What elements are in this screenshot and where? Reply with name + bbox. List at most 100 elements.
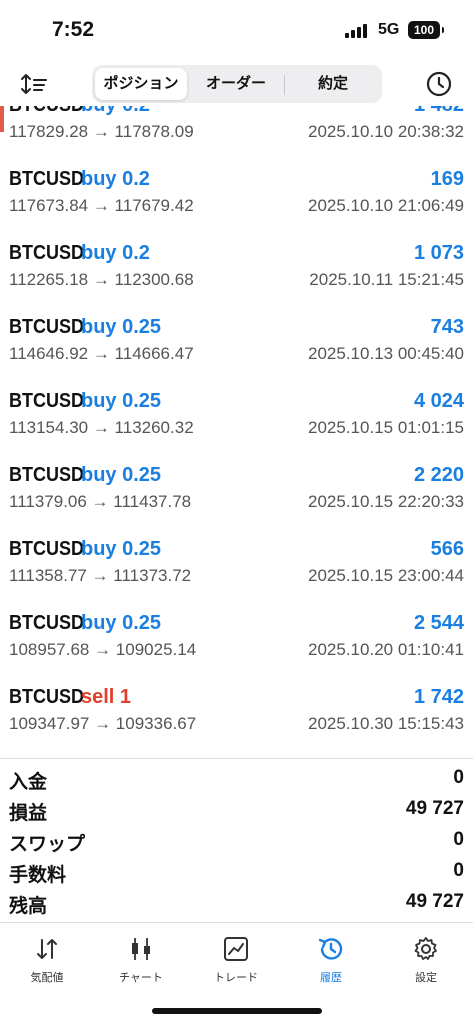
- trade-prices: 108957.68 → 109025.14: [9, 640, 197, 659]
- trade-prices: 113154.30 → 113260.32: [9, 418, 194, 437]
- network-label: 5G: [378, 21, 400, 38]
- trade-row[interactable]: BTCUSD buy 0.2 169 117673.84 → 117679.42…: [0, 156, 473, 230]
- trade-side: buy 0.25: [81, 390, 162, 412]
- trade-row[interactable]: BTCUSD buy 0.25 2 544 108957.68 → 109025…: [0, 600, 473, 674]
- status-time: 7:52: [52, 18, 95, 41]
- trade-row[interactable]: BTCUSD buy 0.25 2 220 111379.06 → 111437…: [0, 452, 473, 526]
- tab-label: 気配値: [30, 972, 64, 984]
- battery-icon: 100: [408, 21, 444, 39]
- trade-time: 2025.10.11 15:21:45: [309, 270, 464, 289]
- sort-icon[interactable]: [20, 72, 48, 96]
- summary-value: 49 727: [405, 891, 464, 912]
- trade-profit: 1 742: [413, 686, 464, 708]
- summary-label: 入金: [9, 772, 48, 793]
- summary-swap: スワップ 0: [0, 825, 473, 856]
- tab-orders[interactable]: オーダー: [190, 68, 282, 100]
- quotes-icon: [37, 939, 57, 959]
- tab-chart[interactable]: チャート: [94, 931, 188, 995]
- trade-row[interactable]: BTCUSD buy 0.25 743 114646.92 → 114666.4…: [0, 304, 473, 378]
- tab-label: チャート: [119, 972, 163, 984]
- trade-profit: 2 544: [413, 612, 464, 634]
- tab-quotes[interactable]: 気配値: [0, 931, 94, 995]
- trade-side: sell 1: [81, 686, 132, 708]
- trade-time: 2025.10.15 01:01:15: [308, 418, 464, 437]
- summary-commission: 手数料 0: [0, 856, 473, 887]
- trade-side: buy 0.25: [81, 538, 162, 560]
- trade-side: buy 0.2: [81, 106, 150, 117]
- trade-symbol: BTCUSD: [9, 464, 85, 486]
- summary-label: 手数料: [9, 865, 67, 886]
- trade-profit: 2 220: [413, 464, 464, 486]
- signal-icon: [345, 24, 371, 38]
- trade-symbol: BTCUSD: [9, 686, 85, 708]
- status-bar: 7:52 5G 100: [0, 0, 473, 62]
- trade-symbol: BTCUSD: [9, 168, 85, 190]
- segment-divider: [284, 75, 285, 95]
- trade-symbol: BTCUSD: [9, 612, 85, 634]
- trade-symbol: BTCUSD: [9, 242, 85, 264]
- summary-label: 損益: [9, 803, 48, 824]
- trade-symbol: BTCUSD: [9, 390, 85, 412]
- trade-side: buy 0.25: [81, 464, 162, 486]
- tab-trade[interactable]: トレード: [189, 931, 283, 995]
- trade-row[interactable]: BTCUSD buy 0.25 4 024 113154.30 → 113260…: [0, 378, 473, 452]
- account-summary: 入金 0 損益 49 727 スワップ 0 手数料 0 残高 49 727: [0, 758, 473, 918]
- trade-profit: 743: [430, 316, 464, 338]
- trade-row[interactable]: BTCUSD buy 0.2 1 073 112265.18 → 112300.…: [0, 230, 473, 304]
- trade-prices: 111379.06 → 111437.78: [9, 492, 192, 511]
- summary-label: スワップ: [9, 834, 86, 855]
- summary-balance: 残高 49 727: [0, 887, 473, 918]
- trade-side: buy 0.25: [81, 316, 162, 338]
- tab-label: 設定: [415, 972, 437, 984]
- trade-row[interactable]: BTCUSD buy 0.25 566 111358.77 → 111373.7…: [0, 526, 473, 600]
- summary-value: 0: [453, 767, 464, 788]
- trade-symbol: BTCUSD: [9, 106, 84, 117]
- trade-side: buy 0.2: [81, 242, 150, 264]
- tab-history[interactable]: 履歴: [284, 931, 378, 995]
- trade-side: buy 0.25: [81, 612, 162, 634]
- summary-value: 0: [453, 829, 464, 850]
- trade-profit: 4 024: [413, 390, 464, 412]
- trade-profit: 1 482: [414, 106, 464, 117]
- trade-prices: 112265.18 → 112300.68: [9, 270, 194, 289]
- summary-profit: 損益 49 727: [0, 794, 473, 825]
- tab-label: 履歴: [320, 972, 342, 984]
- trade-time: 2025.10.15 22:20:33: [308, 492, 464, 511]
- trade-time: 2025.10.13 00:45:40: [308, 344, 464, 363]
- trade-time: 2025.10.10 20:38:32: [308, 122, 464, 141]
- home-indicator: [152, 1008, 322, 1014]
- trade-time: 2025.10.30 15:15:43: [308, 714, 464, 733]
- trade-prices: 111358.77 → 111373.72: [9, 566, 192, 585]
- trade-prices: 117829.28 → 117878.09: [9, 122, 194, 141]
- history-icon: [318, 938, 343, 960]
- clock-icon[interactable]: [426, 71, 452, 97]
- trade-profit: 566: [430, 538, 464, 560]
- tab-label: トレード: [214, 972, 258, 984]
- trade-prices: 114646.92 → 114666.47: [9, 344, 194, 363]
- trade-side: buy 0.2: [81, 168, 150, 190]
- trade-profit: 169: [430, 168, 464, 190]
- trade-time: 2025.10.10 21:06:49: [308, 196, 464, 215]
- trade-row[interactable]: BTCUSD sell 1 1 742 109347.97 → 109336.6…: [0, 674, 473, 748]
- trade-row[interactable]: BTCUSD buy 0.2 1 482 117829.28 → 117878.…: [0, 106, 473, 156]
- tab-deals[interactable]: 約定: [287, 68, 379, 100]
- trade-time: 2025.10.20 01:10:41: [308, 640, 464, 659]
- trade-prices: 109347.97 → 109336.67: [9, 714, 197, 733]
- trade-time: 2025.10.15 23:00:44: [308, 566, 464, 585]
- summary-value: 0: [453, 860, 464, 881]
- tab-positions[interactable]: ポジション: [95, 68, 187, 100]
- settings-icon: [414, 937, 437, 960]
- summary-label: 残高: [9, 896, 48, 917]
- trade-profit: 1 073: [413, 242, 464, 264]
- trade-symbol: BTCUSD: [9, 538, 85, 560]
- tab-settings[interactable]: 設定: [379, 931, 473, 995]
- trade-symbol: BTCUSD: [9, 316, 85, 338]
- trade-icon: [224, 937, 248, 961]
- trade-list: BTCUSD buy 0.2 1 482 117829.28 → 117878.…: [0, 106, 473, 754]
- summary-value: 49 727: [405, 798, 464, 819]
- sell-marker: [0, 106, 4, 132]
- trade-prices: 117673.84 → 117679.42: [9, 196, 194, 215]
- segmented-control: ポジション オーダー 約定: [92, 65, 382, 103]
- summary-deposit: 入金 0: [0, 763, 473, 794]
- chart-icon: [132, 938, 150, 960]
